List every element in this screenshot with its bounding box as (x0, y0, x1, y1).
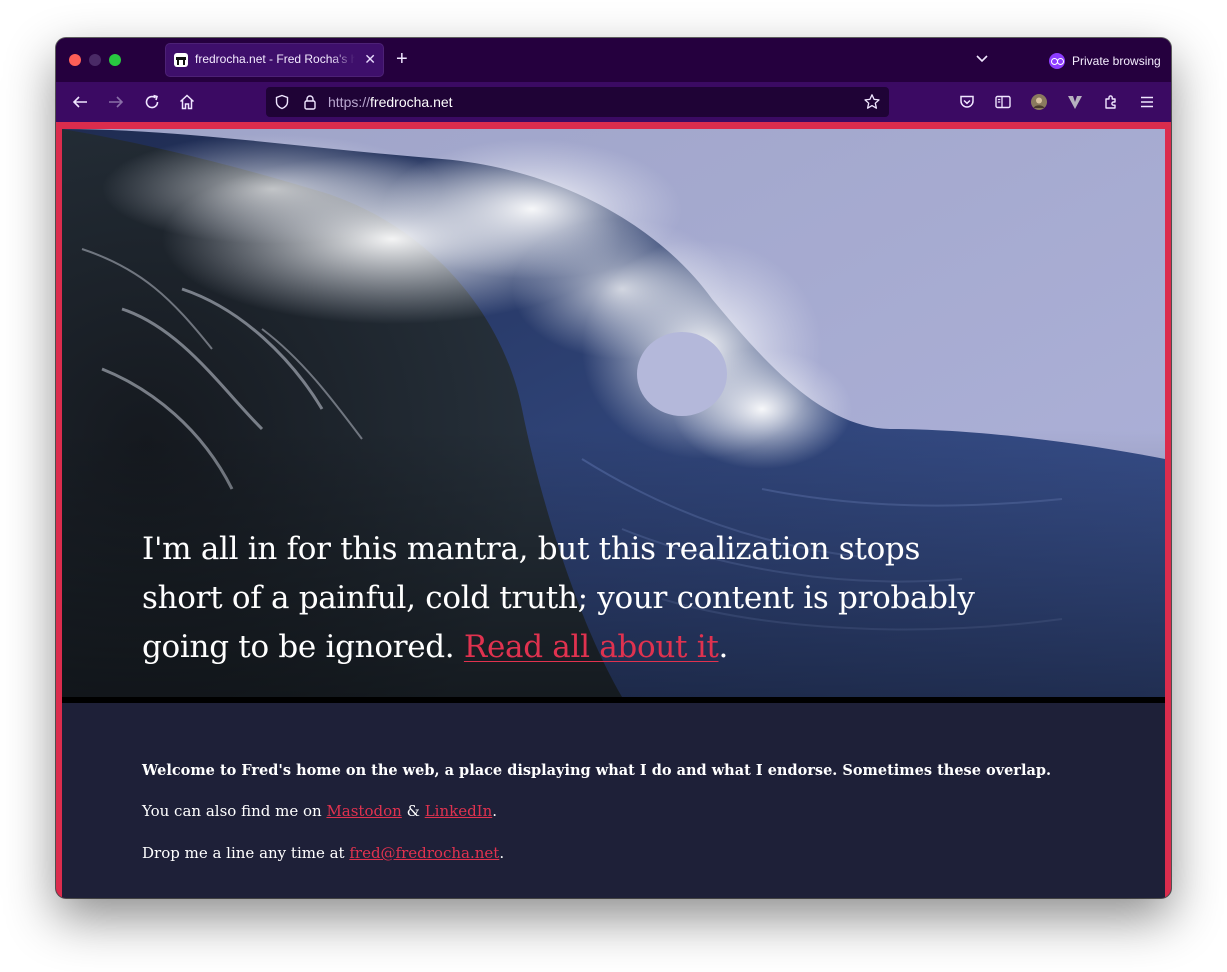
lock-icon[interactable] (300, 92, 320, 112)
navigation-toolbar: https://fredrocha.net (56, 82, 1171, 122)
back-icon[interactable] (70, 92, 90, 112)
hero-quote: I'm all in for this mantra, but this rea… (142, 531, 975, 665)
social-links-text: You can also find me on Mastodon & Linke… (142, 802, 498, 820)
private-browsing-indicator: Private browsing (1049, 52, 1161, 70)
new-tab-button[interactable]: + (396, 48, 408, 70)
extensions-puzzle-icon[interactable] (1101, 92, 1121, 112)
read-all-about-it-link[interactable]: Read all about it (464, 629, 719, 665)
url-bar[interactable]: https://fredrocha.net (266, 87, 889, 117)
tab-fredrocha[interactable]: fredrocha.net - Fred Rocha's home ✕ (165, 43, 384, 77)
zoom-window-button[interactable] (109, 54, 121, 66)
contact-text: Drop me a line any time at fred@fredroch… (142, 844, 505, 862)
minimize-window-button[interactable] (89, 54, 101, 66)
profile-avatar-icon[interactable] (1029, 92, 1049, 112)
intro-section: Welcome to Fred's home on the web, a pla… (62, 703, 1165, 898)
extension-v-icon[interactable] (1065, 92, 1085, 112)
private-mask-icon (1049, 53, 1065, 69)
private-browsing-label: Private browsing (1072, 54, 1161, 68)
tab-title: fredrocha.net - Fred Rocha's home (195, 52, 355, 66)
close-window-button[interactable] (69, 54, 81, 66)
site-favicon-icon (174, 53, 188, 67)
mastodon-link[interactable]: Mastodon (326, 802, 401, 820)
tab-close-icon[interactable]: ✕ (364, 51, 376, 67)
tab-list-chevron-icon[interactable] (974, 50, 990, 71)
page-content: I'm all in for this mantra, but this rea… (56, 122, 1171, 898)
reload-icon[interactable] (142, 92, 162, 112)
tab-strip: fredrocha.net - Fred Rocha's home ✕ + Pr… (56, 38, 1171, 82)
home-icon[interactable] (177, 92, 197, 112)
url-text[interactable]: https://fredrocha.net (328, 94, 453, 110)
hero-section: I'm all in for this mantra, but this rea… (62, 129, 1165, 697)
linkedin-link[interactable]: LinkedIn (425, 802, 493, 820)
pocket-icon[interactable] (957, 92, 977, 112)
welcome-text: Welcome to Fred's home on the web, a pla… (142, 762, 1052, 779)
sidebar-icon[interactable] (993, 92, 1013, 112)
email-link[interactable]: fred@fredrocha.net (349, 844, 499, 862)
bookmark-star-icon[interactable] (862, 92, 882, 112)
menu-icon[interactable] (1137, 92, 1157, 112)
forward-icon[interactable] (106, 92, 126, 112)
shield-icon[interactable] (272, 92, 292, 112)
browser-window: fredrocha.net - Fred Rocha's home ✕ + Pr… (56, 38, 1171, 898)
